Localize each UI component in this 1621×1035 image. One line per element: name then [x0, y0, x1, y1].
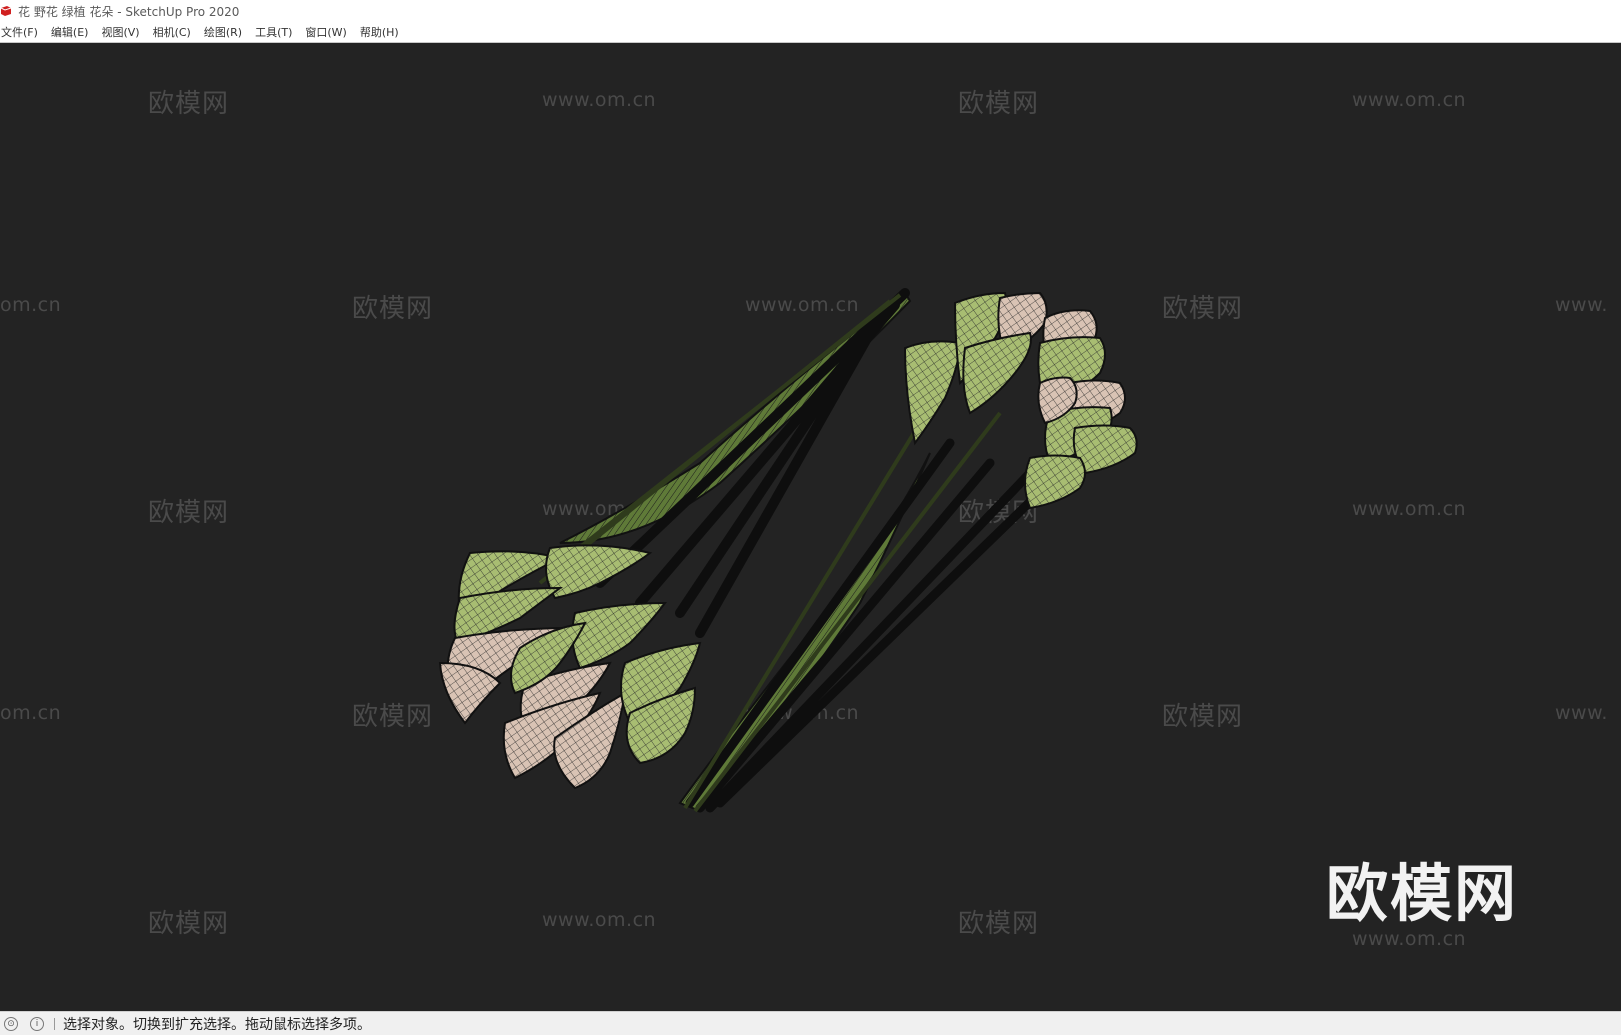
menu-bar: 文件(F) 编辑(E) 视图(V) 相机(C) 绘图(R) 工具(T) 窗口(W… — [0, 22, 1621, 43]
menu-edit[interactable]: 编辑(E) — [50, 22, 96, 43]
logo-watermark-url: www.om.cn — [1352, 928, 1467, 950]
info-icon[interactable]: i — [30, 1016, 44, 1031]
left-bouquet — [438, 288, 912, 790]
menu-draw[interactable]: 绘图(R) — [203, 22, 249, 43]
status-bar: ⊙ i 选择对象。切换到扩充选择。拖动鼠标选择多项。 — [0, 1011, 1621, 1035]
menu-window[interactable]: 窗口(W) — [304, 22, 353, 43]
sketchup-logo-icon — [0, 6, 12, 16]
model-viewport[interactable]: 欧模网 www.om.cn 欧模网 www.om.cn om.cn 欧模网 ww… — [0, 43, 1621, 1011]
menu-help[interactable]: 帮助(H) — [359, 22, 406, 43]
window-title: 花 野花 绿植 花朵 - SketchUp Pro 2020 — [18, 4, 240, 19]
status-divider — [54, 1017, 55, 1030]
menu-view[interactable]: 视图(V) — [100, 22, 146, 43]
geo-location-icon[interactable]: ⊙ — [4, 1016, 18, 1031]
title-bar: 花 野花 绿植 花朵 - SketchUp Pro 2020 — [0, 0, 1621, 22]
menu-tools[interactable]: 工具(T) — [254, 22, 299, 43]
status-text: 选择对象。切换到扩充选择。拖动鼠标选择多项。 — [63, 1016, 371, 1033]
logo-watermark: 欧模网 — [1325, 856, 1519, 931]
menu-camera[interactable]: 相机(C) — [152, 22, 198, 43]
menu-file[interactable]: 文件(F) — [0, 22, 45, 43]
